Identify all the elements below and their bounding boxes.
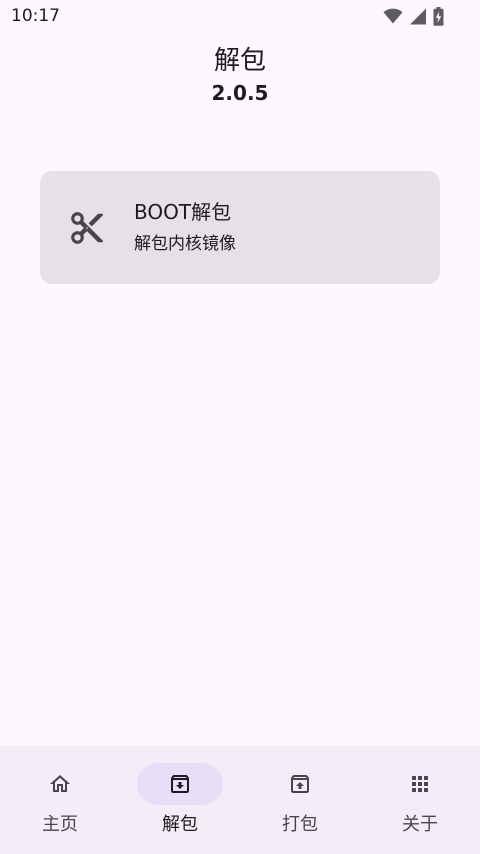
page-title: 解包 (213, 46, 266, 76)
nav-item-pack[interactable]: 打包 (240, 746, 360, 854)
cell-signal-icon (410, 8, 426, 24)
archive-upload-icon (291, 775, 309, 793)
boot-unpack-card[interactable]: BOOT解包 解包内核镜像 (40, 171, 440, 284)
nav-label: 解包 (162, 814, 198, 835)
scissors-icon (71, 212, 103, 244)
wifi-icon (383, 8, 403, 24)
status-bar: 10:17 (0, 0, 480, 32)
archive-download-icon (171, 775, 189, 793)
card-subtitle: 解包内核镜像 (134, 234, 236, 254)
nav-item-unpack[interactable]: 解包 (120, 746, 240, 854)
home-icon (50, 775, 70, 792)
card-title: BOOT解包 (134, 200, 232, 224)
nav-item-home[interactable]: 主页 (0, 746, 120, 854)
bottom-navigation: 主页 解包 打包 关于 (0, 746, 480, 854)
status-time: 10:17 (11, 6, 60, 26)
nav-label: 主页 (42, 814, 78, 835)
header: 解包 2.0.5 (0, 44, 480, 106)
status-icons (383, 6, 444, 26)
nav-label: 关于 (402, 814, 438, 835)
app-version: 2.0.5 (211, 81, 269, 105)
nav-label: 打包 (282, 814, 318, 835)
nav-item-about[interactable]: 关于 (360, 746, 480, 854)
battery-charging-icon (433, 6, 444, 26)
apps-grid-icon (412, 776, 428, 792)
